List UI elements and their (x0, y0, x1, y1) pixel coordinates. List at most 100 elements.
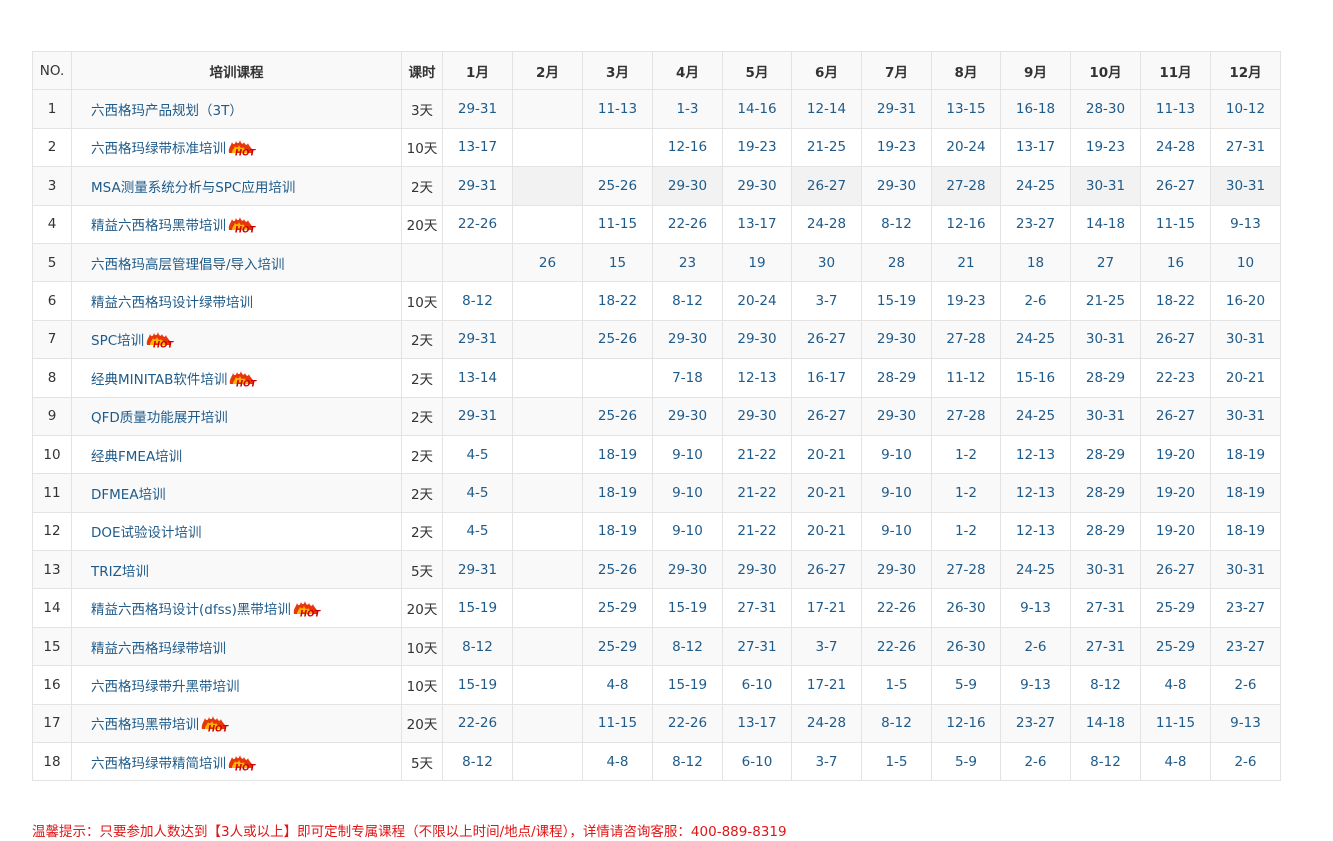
month-cell-10: 28-29 (1070, 511, 1141, 552)
row-number: 8 (32, 358, 72, 398)
hot-flame-icon: HOT (227, 216, 258, 234)
course-link[interactable]: SPC培训 (91, 333, 144, 349)
month-cell-11: 26-27 (1140, 396, 1211, 436)
month-cell-12: 30-31 (1210, 396, 1281, 436)
month-cell-5: 19 (722, 242, 792, 283)
course-cell: 经典MINITAB软件培训 HOT (71, 358, 402, 398)
month-cell-9: 9-13 (1000, 665, 1071, 705)
month-cell-12: 2-6 (1210, 665, 1281, 705)
hot-text: HOT (153, 341, 174, 350)
table-row: 17 六西格玛黑带培训 HOT 20天 22-26 11-15 22-26 13-17 24-2… (32, 703, 1281, 744)
month-cell-11: 4-8 (1140, 665, 1211, 705)
table-row: 3 MSA测量系统分析与SPC应用培训 2天 29-31 25-26 29-30 29-30… (32, 166, 1281, 206)
course-link[interactable]: 六西格玛绿带标准培训 (91, 141, 226, 157)
row-number: 10 (32, 434, 72, 475)
month-cell-8: 26-30 (931, 588, 1001, 628)
month-cell-9: 2-6 (1000, 742, 1071, 782)
course-link[interactable]: 六西格玛绿带精简培训 (91, 756, 226, 772)
month-cell-12: 27-31 (1210, 127, 1281, 168)
month-cell-1: 4-5 (442, 434, 513, 475)
month-cell-4: 8-12 (652, 742, 723, 782)
course-cell: MSA测量系统分析与SPC应用培训 (71, 166, 402, 206)
course-link[interactable]: 经典MINITAB软件培训 (91, 372, 227, 388)
month-cell-10: 27-31 (1070, 626, 1141, 667)
table-row: 6 精益六西格玛设计绿带培训 10天 8-12 18-22 8-12 20-24 3-7 15-… (32, 281, 1281, 321)
month-cell-4: 23 (652, 242, 723, 283)
course-link[interactable]: 六西格玛高层管理倡导/导入培训 (91, 257, 285, 273)
month-cell-10: 30-31 (1070, 166, 1141, 206)
month-cell-10: 19-23 (1070, 127, 1141, 168)
course-link[interactable]: 精益六西格玛设计绿带培训 (91, 295, 253, 311)
month-cell-10: 28-29 (1070, 434, 1141, 475)
month-cell-3: 11-15 (582, 204, 653, 244)
month-cell-10: 21-25 (1070, 281, 1141, 321)
table-row: 15 精益六西格玛绿带培训 10天 8-12 25-29 8-12 27-31 3-7 22-2… (32, 626, 1281, 667)
month-cell-6: 26-27 (791, 396, 862, 436)
month-cell-6: 24-28 (791, 703, 862, 744)
course-cell: QFD质量功能展开培训 (71, 396, 402, 436)
course-link[interactable]: QFD质量功能展开培训 (91, 410, 228, 426)
month-cell-10: 30-31 (1070, 319, 1141, 360)
course-link[interactable]: TRIZ培训 (91, 564, 149, 580)
month-cell-8: 13-15 (931, 89, 1001, 129)
month-cell-6: 17-21 (791, 588, 862, 628)
course-link[interactable]: 精益六西格玛设计(dfss)黑带培训 (91, 602, 291, 618)
header-month-6: 6月 (791, 50, 862, 91)
month-cell-2 (512, 511, 583, 552)
table-row: 14 精益六西格玛设计(dfss)黑带培训 HOT 20天 15-19 25-29 15-1… (32, 588, 1281, 628)
row-number: 12 (32, 511, 72, 552)
row-number: 13 (32, 550, 72, 590)
month-cell-3 (582, 127, 653, 168)
course-link[interactable]: 精益六西格玛黑带培训 (91, 218, 226, 234)
month-cell-3: 4-8 (582, 742, 653, 782)
month-cell-7: 8-12 (861, 703, 932, 744)
month-cell-1: 8-12 (442, 281, 513, 321)
course-cell: 精益六西格玛设计绿带培训 (71, 281, 402, 321)
month-cell-6: 26-27 (791, 550, 862, 590)
month-cell-12: 30-31 (1210, 319, 1281, 360)
course-link[interactable]: 经典FMEA培训 (91, 449, 182, 465)
month-cell-12: 23-27 (1210, 626, 1281, 667)
month-cell-4: 22-26 (652, 703, 723, 744)
month-cell-1: 4-5 (442, 473, 513, 513)
month-cell-8: 1-2 (931, 511, 1001, 552)
month-cell-6: 30 (791, 242, 862, 283)
course-link[interactable]: 六西格玛产品规划（3T） (91, 103, 243, 119)
hot-text: HOT (300, 610, 321, 619)
course-cell: 经典FMEA培训 (71, 434, 402, 475)
month-cell-1: 22-26 (442, 204, 513, 244)
month-cell-11: 4-8 (1140, 742, 1211, 782)
course-link[interactable]: 六西格玛绿带升黑带培训 (91, 679, 240, 695)
month-cell-4: 9-10 (652, 511, 723, 552)
month-cell-11: 24-28 (1140, 127, 1211, 168)
month-cell-5: 21-22 (722, 434, 792, 475)
month-cell-11: 11-15 (1140, 204, 1211, 244)
course-link[interactable]: 精益六西格玛绿带培训 (91, 641, 226, 657)
month-cell-5: 29-30 (722, 166, 792, 206)
course-link[interactable]: DFMEA培训 (91, 487, 166, 503)
course-hours: 10天 (401, 127, 443, 168)
month-cell-5: 6-10 (722, 742, 792, 782)
course-link[interactable]: 六西格玛黑带培训 (91, 717, 199, 733)
month-cell-11: 19-20 (1140, 473, 1211, 513)
course-hours: 20天 (401, 204, 443, 244)
course-cell: TRIZ培训 (71, 550, 402, 590)
row-number: 16 (32, 665, 72, 705)
month-cell-2 (512, 281, 583, 321)
month-cell-7: 9-10 (861, 511, 932, 552)
month-cell-7: 9-10 (861, 473, 932, 513)
month-cell-3: 18-19 (582, 473, 653, 513)
table-row: 11 DFMEA培训 2天 4-5 18-19 9-10 21-22 20-21 9-10 1-2… (32, 473, 1281, 513)
month-cell-1: 13-17 (442, 127, 513, 168)
course-link[interactable]: MSA测量系统分析与SPC应用培训 (91, 180, 295, 196)
month-cell-2 (512, 204, 583, 244)
header-month-9: 9月 (1000, 50, 1071, 91)
month-cell-7: 29-31 (861, 89, 932, 129)
month-cell-7: 19-23 (861, 127, 932, 168)
course-link[interactable]: DOE试验设计培训 (91, 525, 202, 541)
hot-flame-icon: HOT (292, 600, 323, 618)
row-number: 18 (32, 742, 72, 782)
month-cell-6: 26-27 (791, 319, 862, 360)
month-cell-4: 7-18 (652, 358, 723, 398)
month-cell-4: 9-10 (652, 473, 723, 513)
